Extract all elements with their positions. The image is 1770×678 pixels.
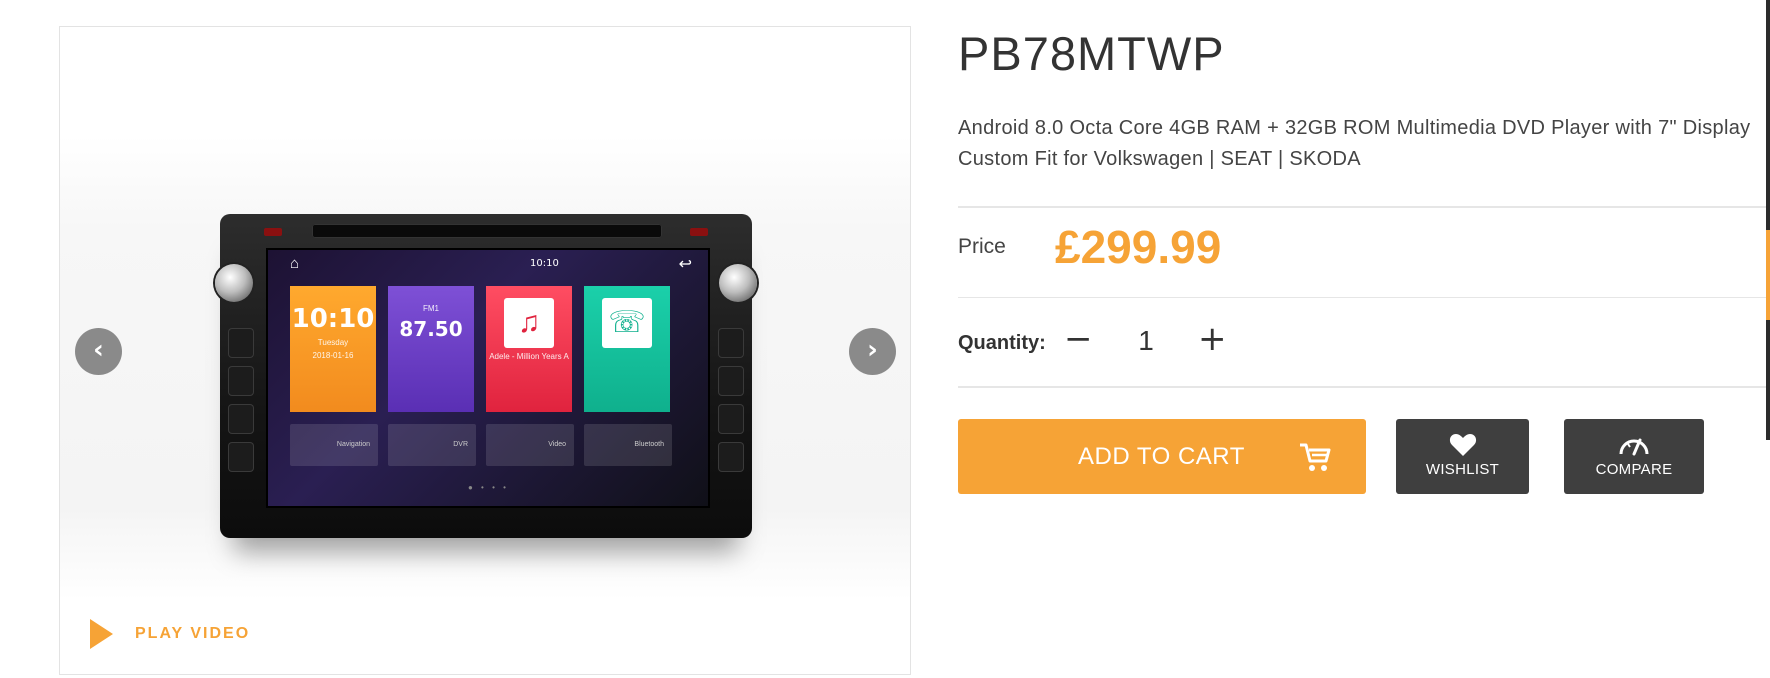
device-screen: ⌂ 10:10 ↩ 10:10 Tuesday 2018-01-16 FM1 8… (266, 248, 710, 508)
tile-time: 10:10 (291, 304, 375, 334)
home-icon: ⌂ (290, 255, 300, 272)
divider (958, 206, 1770, 208)
side-buttons-left (228, 328, 254, 480)
compare-label: COMPARE (1595, 461, 1673, 478)
disc-slot (312, 224, 662, 238)
volume-knob (215, 264, 253, 302)
status-clock: 10:10 (530, 258, 559, 269)
back-icon: ↩ (678, 256, 692, 273)
head-unit-device: ⌂ 10:10 ↩ 10:10 Tuesday 2018-01-16 FM1 8… (215, 214, 757, 538)
scrollbar-accent (1766, 230, 1770, 320)
side-buttons-right (718, 328, 744, 480)
gauge-icon (1619, 438, 1649, 456)
product-sku: PB78MTWP (958, 27, 1225, 80)
wishlist-button[interactable]: WISHLIST (1396, 419, 1529, 494)
add-to-cart-label: ADD TO CART (1078, 443, 1245, 470)
play-icon (90, 619, 113, 649)
shortcut-bluetooth: Bluetooth (584, 424, 672, 466)
chevron-left-icon: ‹ (93, 335, 104, 365)
tile-day: Tuesday (317, 338, 349, 347)
music-tile: ♫ Adele - Million Years A (486, 286, 572, 412)
divider (958, 386, 1770, 388)
status-bar: ⌂ 10:10 ↩ (268, 250, 708, 276)
tile-radio-frequency: 87.50 (399, 317, 463, 341)
cart-icon (1300, 443, 1331, 471)
quantity-label: Quantity: (958, 332, 1046, 354)
shortcut-dvr: DVR (388, 424, 476, 466)
page-scrollbar[interactable] (1766, 0, 1770, 440)
quantity-input[interactable] (1112, 320, 1180, 362)
gallery-next-button[interactable]: › (849, 328, 896, 375)
tile-music-track: Adele - Million Years A (489, 352, 569, 361)
play-video-button[interactable]: PLAY VIDEO (90, 619, 250, 649)
chevron-right-icon: › (867, 335, 878, 365)
product-gallery: ⌂ 10:10 ↩ 10:10 Tuesday 2018-01-16 FM1 8… (59, 26, 911, 675)
music-note-icon: ♫ (504, 298, 554, 348)
product-description: Android 8.0 Octa Core 4GB RAM + 32GB ROM… (958, 117, 1751, 170)
product-image[interactable]: ⌂ 10:10 ↩ 10:10 Tuesday 2018-01-16 FM1 8… (60, 135, 910, 600)
shortcut-navigation: Navigation (290, 424, 378, 466)
phone-tile: ☏ (584, 286, 670, 412)
clock-tile: 10:10 Tuesday 2018-01-16 (290, 286, 376, 412)
tune-knob (719, 264, 757, 302)
heart-icon (1449, 434, 1476, 456)
page-dots: ● • • • (468, 483, 509, 492)
indicator-led (690, 228, 708, 236)
compare-button[interactable]: COMPARE (1564, 419, 1704, 494)
radio-tile: FM1 87.50 (388, 286, 474, 412)
gallery-prev-button[interactable]: ‹ (75, 328, 122, 375)
divider (958, 297, 1770, 298)
phone-icon: ☏ (602, 298, 652, 348)
tile-radio-band: FM1 (423, 304, 439, 313)
quantity-decrease-button[interactable]: − (1064, 319, 1093, 359)
play-video-label: PLAY VIDEO (135, 625, 251, 642)
quantity-increase-button[interactable]: + (1198, 319, 1227, 359)
price-value: £299.99 (1055, 221, 1222, 273)
shortcut-video: Video (486, 424, 574, 466)
price-label: Price (958, 235, 1006, 258)
indicator-led (264, 228, 282, 236)
tile-date: 2018-01-16 (312, 351, 354, 360)
add-to-cart-button[interactable]: ADD TO CART (958, 419, 1366, 494)
wishlist-label: WISHLIST (1425, 461, 1500, 478)
